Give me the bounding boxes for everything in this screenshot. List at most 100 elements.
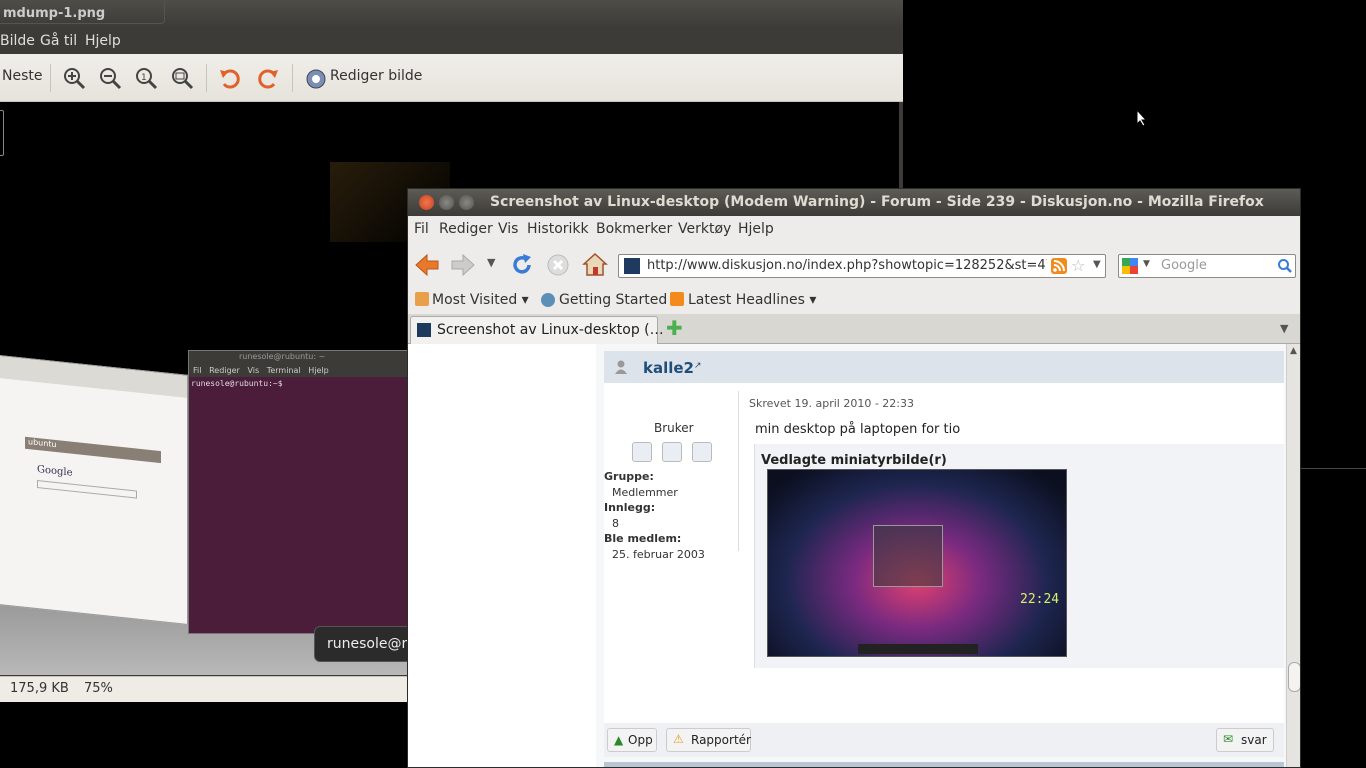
switcher-chrome-window: ubuntu Google <box>0 353 188 625</box>
group-value: Medlemmer <box>612 485 678 499</box>
up-arrow-icon: ▲ <box>614 733 624 747</box>
history-dropdown-icon[interactable]: ▼ <box>487 256 495 269</box>
scroll-thumb[interactable] <box>1288 662 1300 692</box>
menu-hjelp[interactable]: Hjelp <box>85 33 121 49</box>
stop-icon[interactable] <box>546 253 570 277</box>
terminal-menu-fil: Fil <box>193 366 202 375</box>
firefox-title: Screenshot av Linux-desktop (Modem Warni… <box>490 194 1264 210</box>
firefox-window: Screenshot av Linux-desktop (Modem Warni… <box>407 188 1301 768</box>
warning-icon: ⚠ <box>673 732 684 746</box>
member-since-label: Ble medlem: <box>604 532 682 545</box>
zoom-level: 75% <box>84 681 113 696</box>
page-scrollbar[interactable]: ▲ <box>1286 344 1300 767</box>
tab-strip: Screenshot av Linux-desktop (… ✚ ▼ <box>408 314 1300 344</box>
author-external-icon[interactable]: ↗ <box>694 361 702 371</box>
viewer-titlebar[interactable]: mdump-1.png <box>0 0 903 28</box>
terminal-menu-vis: Vis <box>247 366 260 375</box>
post-date: Skrevet 19. april 2010 - 22:33 <box>749 397 914 410</box>
bookmark-latest-headlines[interactable]: Latest Headlines ▾ <box>688 292 816 308</box>
menu-fil[interactable]: Fil <box>414 221 429 237</box>
new-tab-icon[interactable]: ✚ <box>666 316 683 340</box>
rotate-right-icon[interactable] <box>254 66 280 92</box>
zoom-fit-icon[interactable] <box>170 66 196 92</box>
bookmark-star-icon[interactable]: ☆ <box>1071 256 1085 275</box>
reply-button[interactable]: ✉ svar <box>1216 728 1274 752</box>
mouse-cursor-icon <box>1136 109 1148 127</box>
url-text[interactable]: http://www.diskusjon.no/index.php?showto… <box>647 258 1047 273</box>
google-logo: Google <box>37 464 73 479</box>
firefox-titlebar[interactable]: Screenshot av Linux-desktop (Modem Warni… <box>408 189 1300 216</box>
viewer-title: mdump-1.png <box>0 2 165 24</box>
most-visited-icon <box>415 292 429 306</box>
user-role: Bruker <box>654 421 694 435</box>
engine-dropdown-icon[interactable]: ▼ <box>1143 259 1150 269</box>
edit-image-icon <box>306 69 326 89</box>
menu-hjelp-ff[interactable]: Hjelp <box>738 221 774 237</box>
back-icon[interactable] <box>414 252 440 278</box>
add-friend-icon[interactable] <box>632 442 652 462</box>
menu-rediger[interactable]: Rediger <box>439 221 493 237</box>
firefox-menubar: Fil Rediger Vis Historikk Bokmerker Verk… <box>408 216 1300 242</box>
terminal-menu-terminal: Terminal <box>266 366 301 375</box>
post-text: min desktop på laptopen for tio <box>755 422 961 437</box>
edit-image-button[interactable]: Rediger bilde <box>330 68 422 84</box>
forward-icon[interactable] <box>450 252 476 278</box>
report-button[interactable]: ⚠ Rapportér <box>666 728 751 752</box>
page-content: kalle2 ↗ Skrevet 19. april 2010 - 22:33 … <box>408 344 1300 767</box>
view-blog-icon[interactable] <box>692 442 712 462</box>
search-box[interactable]: ▼ Google <box>1118 254 1296 278</box>
scroll-up-icon[interactable]: ▲ <box>1290 346 1297 356</box>
rss-icon[interactable] <box>1051 258 1067 274</box>
menu-vis[interactable]: Vis <box>498 221 518 237</box>
zoom-normal-icon[interactable]: 1 <box>134 66 160 92</box>
terminal-menu-hjelp: Hjelp <box>308 366 329 375</box>
bookmarks-toolbar: Most Visited ▾ Getting Started Latest He… <box>408 288 1300 314</box>
home-icon[interactable] <box>582 252 608 278</box>
post-footer: ▲ Opp ⚠ Rapportér ✉ svar <box>604 723 1284 757</box>
viewer-menubar: Bilde Gå til Hjelp <box>0 28 903 54</box>
terminal-menubar: Fil Rediger Vis Terminal Hjelp <box>189 365 409 377</box>
forum-post: kalle2 ↗ Skrevet 19. april 2010 - 22:33 … <box>596 344 1286 767</box>
terminal-prompt: runesole@rubuntu:~$ <box>191 379 283 388</box>
minimize-icon[interactable] <box>439 195 454 210</box>
menu-ga-til[interactable]: Gå til <box>40 33 77 49</box>
tab-forum[interactable]: Screenshot av Linux-desktop (… <box>410 316 664 344</box>
author-link[interactable]: kalle2 <box>643 359 694 377</box>
switcher-terminal-window: runesole@rubuntu: ~ Fil Rediger Vis Term… <box>188 350 410 634</box>
zoom-out-icon[interactable] <box>98 66 124 92</box>
search-input[interactable]: Google <box>1161 258 1207 273</box>
google-engine-icon[interactable] <box>1122 258 1138 274</box>
latest-headlines-rss-icon <box>670 292 684 306</box>
bookmark-most-visited[interactable]: Most Visited ▾ <box>432 292 529 308</box>
group-label: Gruppe: <box>604 470 654 483</box>
menu-verktoy[interactable]: Verktøy <box>678 221 731 237</box>
file-size: 175,9 KB <box>10 681 69 696</box>
posts-label: Innlegg: <box>604 501 656 514</box>
thumbnail[interactable] <box>0 110 4 156</box>
site-favicon-icon <box>624 258 640 274</box>
bookmark-getting-started[interactable]: Getting Started <box>559 292 667 308</box>
post-header: kalle2 ↗ <box>604 351 1284 383</box>
tab-list-icon[interactable]: ▼ <box>1280 322 1288 335</box>
menu-bokmerker[interactable]: Bokmerker <box>596 221 672 237</box>
getting-started-icon <box>541 293 555 307</box>
close-icon[interactable] <box>419 195 434 210</box>
menu-bilde[interactable]: Bilde <box>0 33 35 49</box>
maximize-icon[interactable] <box>459 195 474 210</box>
tab-title: Screenshot av Linux-desktop (… <box>437 322 664 338</box>
menu-historikk[interactable]: Historikk <box>527 221 589 237</box>
send-message-icon[interactable] <box>662 442 682 462</box>
search-icon[interactable] <box>1277 258 1293 274</box>
rotate-left-icon[interactable] <box>218 66 244 92</box>
next-button[interactable]: Neste <box>2 68 42 84</box>
user-offline-icon <box>615 360 627 374</box>
zoom-in-icon[interactable] <box>62 66 88 92</box>
reply-icon: ✉ <box>1223 732 1234 746</box>
attachment-thumbnail[interactable]: 22:24 <box>767 469 1067 657</box>
url-dropdown-icon[interactable]: ▼ <box>1093 259 1101 270</box>
url-bar[interactable]: http://www.diskusjon.no/index.php?showto… <box>618 254 1106 278</box>
up-button[interactable]: ▲ Opp <box>607 728 657 752</box>
chrome-ubuntu-bar: ubuntu <box>25 436 161 464</box>
reload-icon[interactable] <box>510 253 534 277</box>
terminal-menu-rediger: Rediger <box>209 366 240 375</box>
